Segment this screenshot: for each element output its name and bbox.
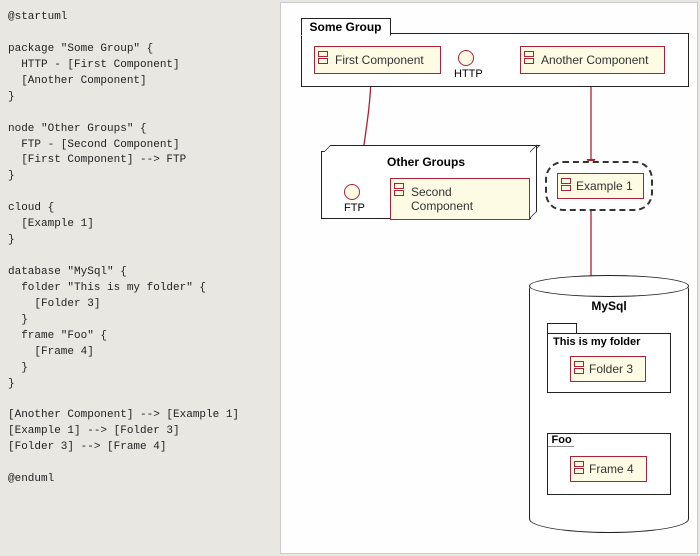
component-first: First Component [314, 46, 441, 74]
component-folder3: Folder 3 [570, 356, 646, 382]
folder-container: This is my folder Folder 3 [547, 333, 671, 393]
component-second: Second Component [390, 178, 530, 220]
interface-ftp-icon [344, 184, 360, 200]
cloud-container: Example 1 [545, 161, 653, 211]
interface-ftp-label: FTP [344, 202, 365, 214]
node-title: Other Groups [322, 152, 530, 173]
component-frame4: Frame 4 [570, 456, 647, 482]
package-some-group: Some Group First Component HTTP Another … [301, 33, 689, 87]
interface-http-icon [458, 50, 474, 66]
interface-http-label: HTTP [454, 68, 483, 80]
frame-title: Foo [547, 433, 579, 447]
source-code: @startuml package "Some Group" { HTTP - … [0, 0, 280, 556]
database-title: MySql [529, 299, 689, 313]
node-other-groups: Other Groups FTP Second Component [321, 151, 531, 219]
diagram-canvas: Some Group First Component HTTP Another … [280, 2, 698, 554]
folder-title: This is my folder [548, 334, 670, 350]
database-mysql: MySql This is my folder Folder 3 Foo Fra… [529, 275, 689, 533]
component-another: Another Component [520, 46, 665, 74]
component-example1: Example 1 [557, 173, 644, 199]
package-title: Some Group [301, 18, 391, 36]
frame-container: Foo Frame 4 [547, 433, 671, 495]
